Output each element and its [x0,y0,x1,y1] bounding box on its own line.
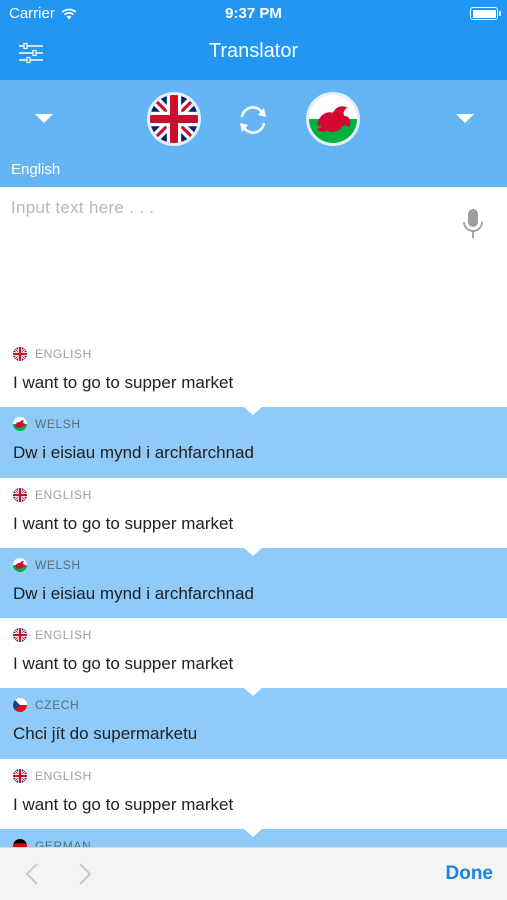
history-item-language: WELSH [35,557,81,572]
uk-flag-icon [13,347,27,361]
history-item-language: CZECH [35,698,80,713]
swap-icon[interactable] [235,102,271,138]
status-bar: Carrier 9:37 PM [0,0,507,28]
bubble-pointer [244,407,262,416]
keyboard-toolbar: Done [0,847,507,900]
history-item-language: GERMAN [35,838,92,847]
wales-flag-icon [13,557,27,572]
top-bar: Carrier 9:37 PM Translator [0,0,507,80]
history-item-text: I want to go to supper market [13,654,234,673]
germany-flag-icon [13,838,27,847]
history-item-header: WELSH [13,557,81,572]
history-item-text: Dw i eisiau mynd i archfarchnad [13,583,254,603]
source-language-button[interactable] [147,92,201,146]
history-item-language: ENGLISH [35,768,92,783]
bubble-pointer [244,547,262,556]
history-item-language: ENGLISH [35,628,92,642]
history-item-text: I want to go to supper market [13,513,234,533]
history-item-header: ENGLISH [13,628,92,642]
uk-flag-icon [13,487,27,502]
history-item-header: ENGLISH [13,347,92,361]
uk-flag-icon [150,95,198,143]
history-item[interactable]: WELSH Dw i eisiau mynd i archfarchnad [0,407,507,478]
history-item-language: ENGLISH [35,347,92,361]
page-title: Translator [208,40,299,62]
chevron-right-icon[interactable] [72,861,96,887]
wales-flag-icon [13,417,27,432]
bubble-pointer [244,828,262,837]
uk-flag-icon [13,768,27,783]
status-time: 9:37 PM [225,5,282,22]
target-language-button[interactable] [306,92,360,146]
history-item-text: Dw i eisiau mynd i archfarchnad [13,443,254,463]
source-language-dropdown-icon[interactable] [35,114,53,123]
history-item-text: I want to go to supper market [13,794,234,814]
target-language-dropdown-icon[interactable] [456,114,474,123]
history-item-text: Chci jít do supermarketu [13,724,198,744]
language-selector: English [0,80,507,187]
history-item-header: CZECH [13,698,80,713]
history-item[interactable]: ENGLISH I want to go to supper market [0,337,507,416]
chevron-left-icon[interactable] [21,861,45,887]
bubble-pointer [244,688,262,697]
battery-icon [470,7,501,20]
done-button[interactable]: Done [446,863,494,885]
source-language-label: English [11,161,61,178]
wales-flag-icon [309,95,357,143]
history-item[interactable]: ENGLISH I want to go to supper market [0,618,507,697]
history-item-header: WELSH [13,417,81,432]
czech-flag-icon [13,698,27,713]
history-item[interactable]: ENGLISH I want to go to supper market [0,758,507,837]
history-item[interactable]: ENGLISH I want to go to supper market [0,477,507,556]
translation-input[interactable] [0,187,440,327]
history-item-header: GERMAN [13,838,92,847]
history-item-language: WELSH [35,417,81,432]
history-item-text: I want to go to supper market [13,373,234,392]
history-item[interactable]: CZECH Chci jít do supermarketu [0,688,507,759]
translation-history: ENGLISH I want to go to supper market WE… [0,337,507,847]
input-area [0,187,507,337]
microphone-icon[interactable] [462,208,484,240]
history-item[interactable]: WELSH Dw i eisiau mynd i archfarchnad [0,547,507,618]
uk-flag-icon [13,628,27,642]
history-item-language: ENGLISH [35,487,92,502]
history-item-header: ENGLISH [13,768,92,783]
history-item-header: ENGLISH [13,487,92,502]
nav-bar: Translator [0,28,507,80]
